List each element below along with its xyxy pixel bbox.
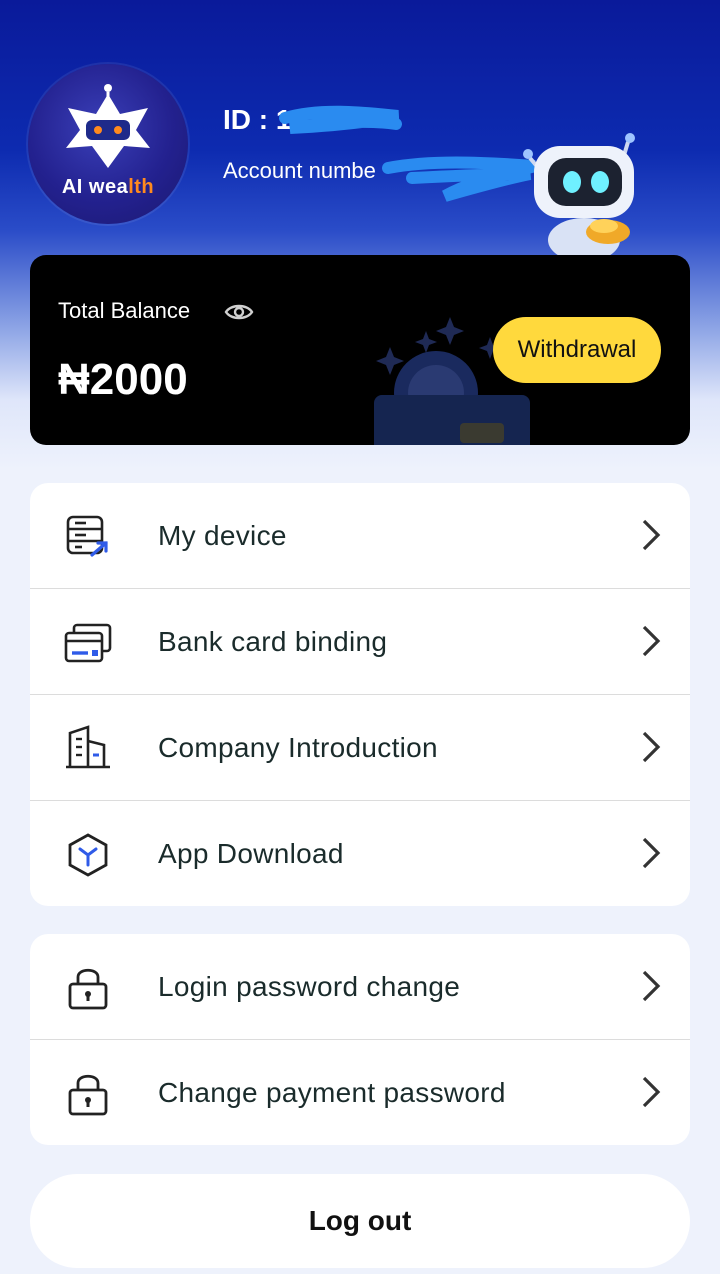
menu-item-my-device[interactable]: My device	[30, 483, 690, 589]
chevron-right-icon	[642, 731, 661, 763]
chevron-right-icon	[642, 625, 661, 657]
eye-icon[interactable]	[224, 301, 254, 323]
withdrawal-button[interactable]: Withdrawal	[493, 317, 661, 383]
lock-icon	[68, 1074, 108, 1116]
building-icon	[66, 725, 110, 769]
profile-header: AI wealth ID : 1 Account numbe	[0, 0, 720, 260]
menu-item-label: Company Introduction	[158, 732, 438, 763]
menu-item-label: Login password change	[158, 971, 461, 1002]
lock-icon	[68, 968, 108, 1010]
menu-card-security: Login password change Change payment pas…	[30, 934, 690, 1145]
bank-card-icon	[64, 623, 112, 663]
balance-amount: ₦2000	[58, 355, 188, 404]
menu-item-label: Change payment password	[158, 1077, 506, 1108]
menu-item-bank-card-binding[interactable]: Bank card binding	[30, 589, 690, 695]
menu-item-company-introduction[interactable]: Company Introduction	[30, 695, 690, 801]
menu-item-label: Bank card binding	[158, 626, 388, 657]
menu-card-main: My device Bank card binding Company Intr…	[30, 483, 690, 906]
logout-button[interactable]: Log out	[30, 1174, 690, 1268]
total-balance-label: Total Balance	[58, 298, 191, 323]
menu-item-change-payment-password[interactable]: Change payment password	[30, 1040, 690, 1145]
menu-item-label: My device	[158, 520, 287, 551]
robot-mascot-icon	[523, 133, 635, 260]
chevron-right-icon	[642, 970, 661, 1002]
balance-card: Total Balance ₦2000 Withdrawal	[30, 255, 690, 445]
cube-icon	[68, 833, 108, 877]
server-icon	[66, 515, 108, 557]
chevron-right-icon	[642, 519, 661, 551]
menu-item-app-download[interactable]: App Download	[30, 801, 690, 906]
chevron-right-icon	[642, 1076, 661, 1108]
menu-item-login-password-change[interactable]: Login password change	[30, 934, 690, 1040]
menu-item-label: App Download	[158, 838, 344, 869]
chevron-right-icon	[642, 837, 661, 869]
